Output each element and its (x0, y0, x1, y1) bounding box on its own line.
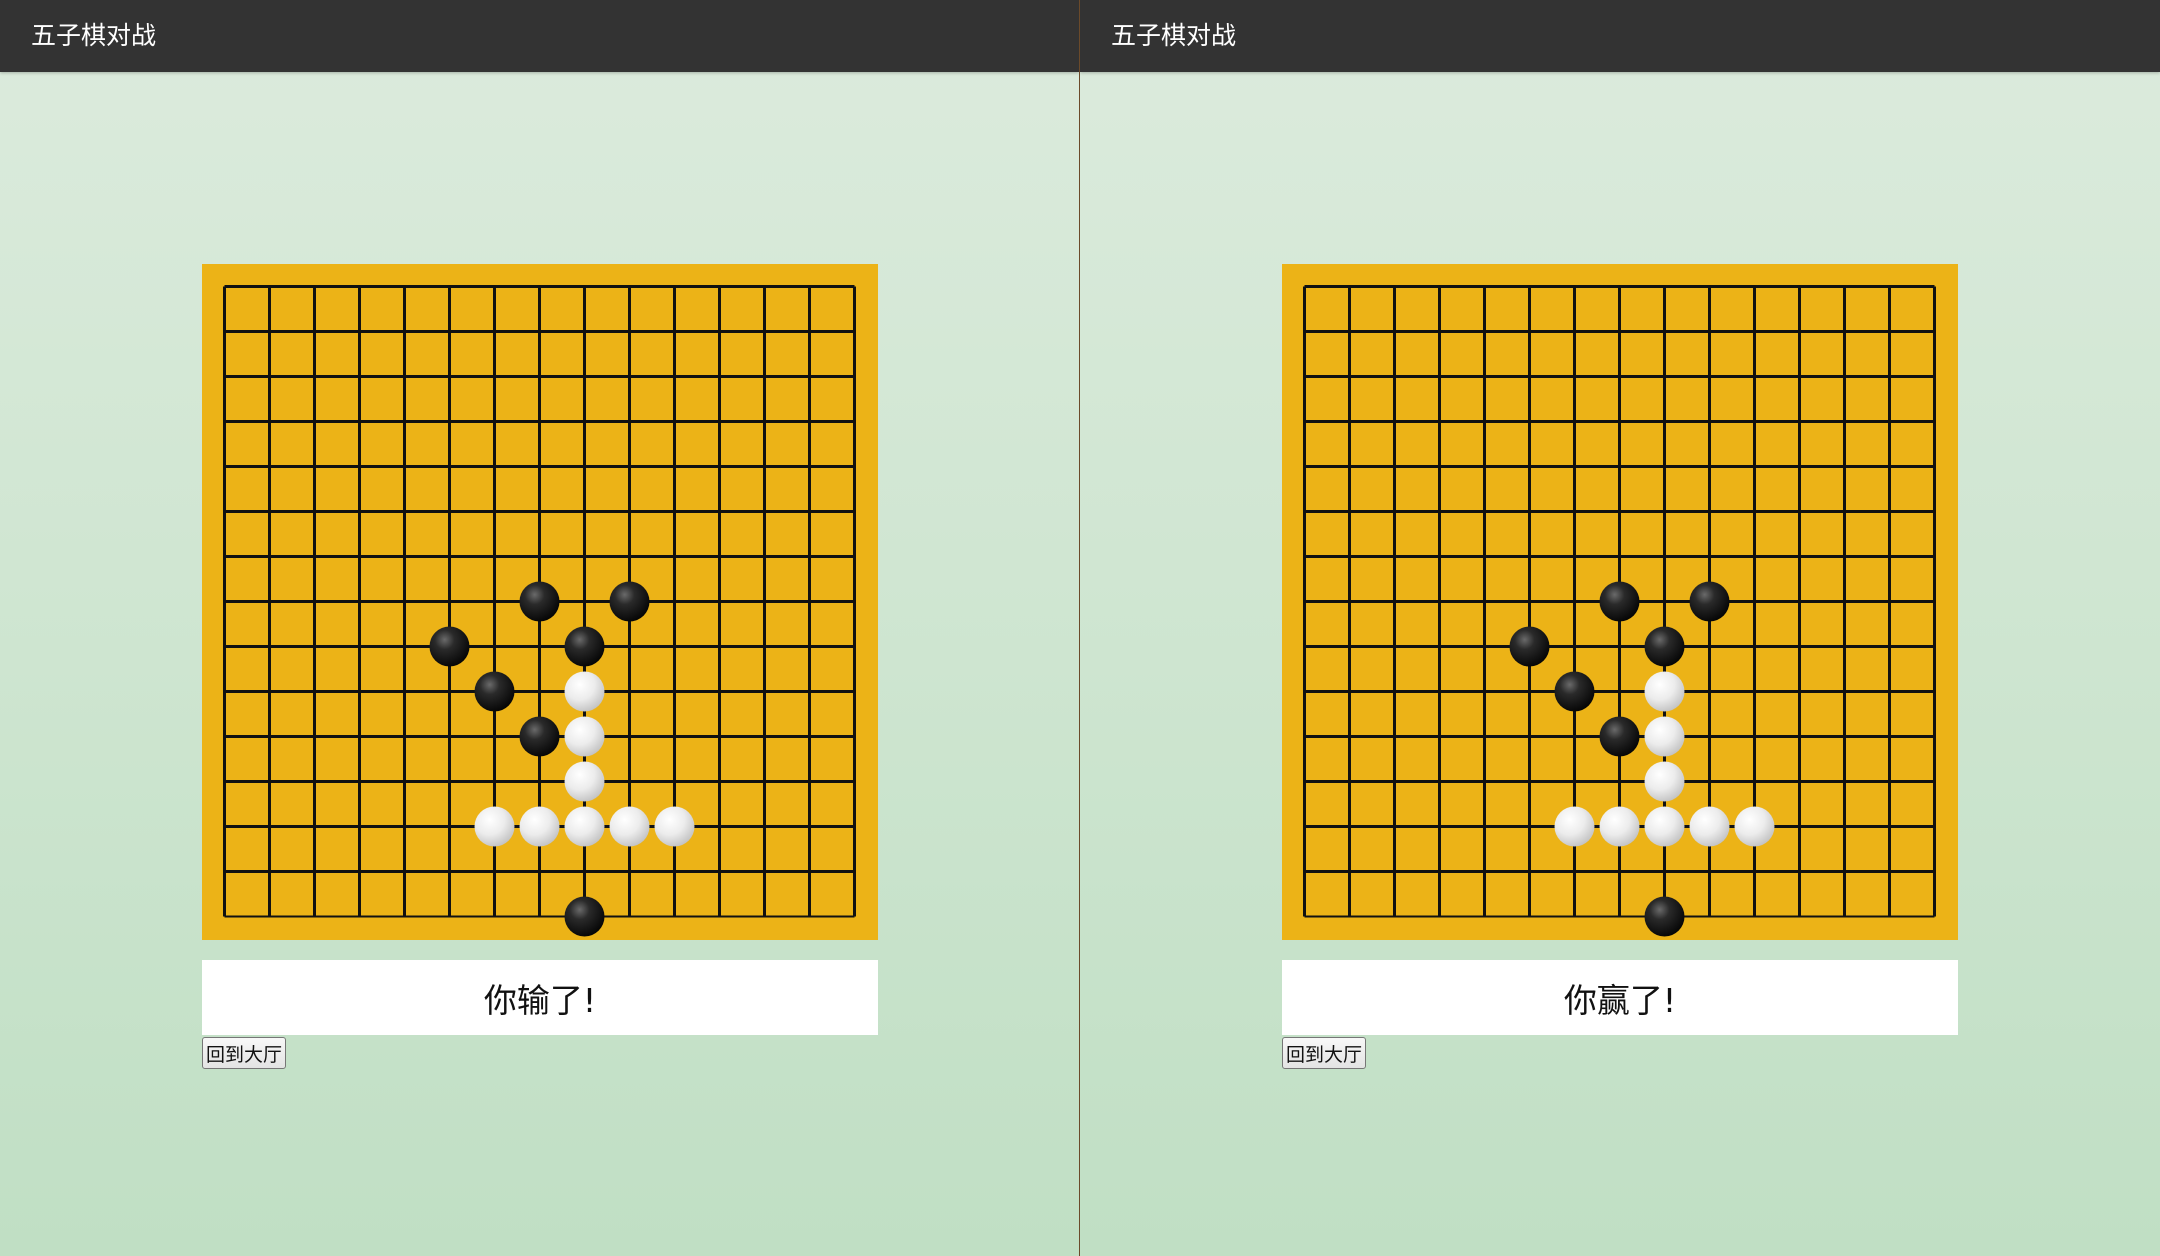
black-stone (1599, 716, 1640, 757)
gomoku-board[interactable] (1282, 264, 1958, 940)
board-canvas[interactable] (1282, 264, 1958, 940)
black-stone (1689, 581, 1730, 622)
black-stone (564, 626, 605, 667)
screen: 五子棋对战 你输了! 回到大厅 五子棋对战 你赢了! 回到大厅 (0, 0, 2160, 1256)
left-pane: 五子棋对战 你输了! 回到大厅 (0, 0, 1079, 1256)
nav-title: 五子棋对战 (31, 21, 157, 50)
board-canvas[interactable] (202, 264, 878, 940)
white-stone (564, 716, 605, 757)
nav-bar: 五子棋对战 (0, 0, 1079, 72)
white-stone (519, 806, 560, 847)
black-stone (609, 581, 650, 622)
white-stone (1644, 671, 1685, 712)
black-stone (519, 716, 560, 757)
white-stone (1644, 806, 1685, 847)
nav-title: 五子棋对战 (1111, 21, 1237, 50)
white-stone (1644, 716, 1685, 757)
white-stone (654, 806, 695, 847)
right-pane: 五子棋对战 你赢了! 回到大厅 (1080, 0, 2160, 1256)
white-stone (474, 806, 515, 847)
white-stone (564, 671, 605, 712)
white-stone (609, 806, 650, 847)
back-to-lobby-button[interactable]: 回到大厅 (202, 1037, 287, 1069)
white-stone (1599, 806, 1640, 847)
white-stone (1689, 806, 1730, 847)
result-message: 你输了! (202, 960, 878, 1035)
gomoku-board[interactable] (202, 264, 878, 940)
result-message: 你赢了! (1282, 960, 1958, 1035)
white-stone (1644, 761, 1685, 802)
black-stone (1509, 626, 1550, 667)
black-stone (1599, 581, 1640, 622)
black-stone (519, 581, 560, 622)
back-to-lobby-button[interactable]: 回到大厅 (1282, 1037, 1367, 1069)
black-stone (1554, 671, 1595, 712)
white-stone (564, 761, 605, 802)
white-stone (1554, 806, 1595, 847)
black-stone (429, 626, 470, 667)
black-stone (1644, 626, 1685, 667)
black-stone (474, 671, 515, 712)
white-stone (1734, 806, 1775, 847)
black-stone (1644, 896, 1685, 937)
white-stone (564, 806, 605, 847)
nav-bar: 五子棋对战 (1080, 0, 2160, 72)
black-stone (564, 896, 605, 937)
